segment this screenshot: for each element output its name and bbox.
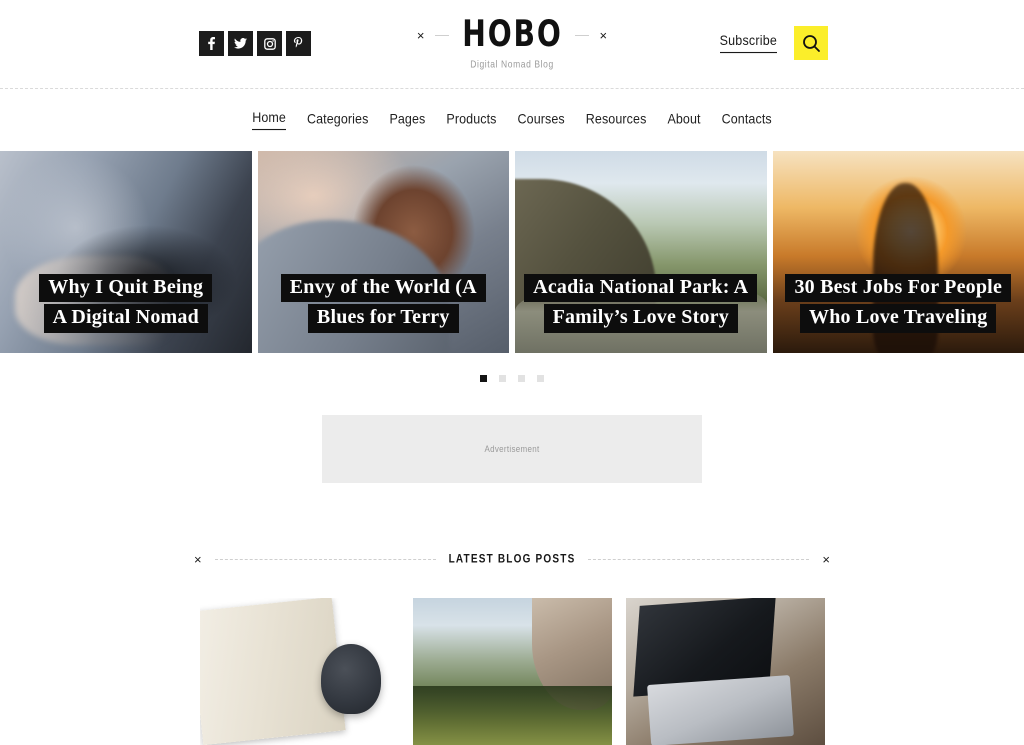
slide-item[interactable]: Acadia National Park: A Family’s Love St… [515,151,767,353]
advertisement-label: Advertisement [484,444,540,454]
slide-title-line-2: Family’s Love Story [543,304,738,333]
advertisement-placeholder[interactable]: Advertisement [322,415,702,483]
slide-item[interactable]: Envy of the World (A Blues for Terry [257,151,510,353]
nav-item-pages[interactable]: Pages [389,110,425,129]
slide-item[interactable]: 30 Best Jobs For People Who Love Traveli… [772,151,1024,353]
logo-row: × HOBO × [416,16,608,53]
logo-text: HOBO [461,13,563,56]
section-rule-left [214,559,436,560]
slider-dot-3[interactable] [518,374,525,382]
nav-item-contacts[interactable]: Contacts [722,110,772,129]
search-icon [802,34,820,52]
slide-caption: 30 Best Jobs For People Who Love Traveli… [773,273,1024,333]
logo-x-left-icon: × [416,27,425,43]
section-title: LATEST BLOG POSTS [448,552,576,567]
latest-posts-grid: Education, Travel Inspirational Educatio… [0,598,1024,745]
nav-item-products[interactable]: Products [446,110,496,129]
post-card: Education, Travel [200,598,399,745]
post-thumbnail-open-book-and-coffee-mug[interactable] [200,598,399,745]
logo-tagline: Digital Nomad Blog [470,58,554,70]
slider-dot-4[interactable] [537,374,544,382]
nav-item-about[interactable]: About [667,110,700,129]
slide-caption: Envy of the World (A Blues for Terry [258,273,510,333]
logo-x-right-icon: × [599,27,608,43]
slide-caption: Acadia National Park: A Family’s Love St… [515,273,767,333]
slider-dot-1[interactable] [480,374,487,382]
header-actions: Subscribe [719,26,828,60]
slide-title-line-1: Acadia National Park: A [524,273,758,303]
post-thumbnail-mountain-valley-pine-trees[interactable] [412,598,612,745]
latest-posts-heading: × LATEST BLOG POSTS × [194,553,830,566]
advertisement-region: Advertisement [0,415,1024,483]
subscribe-link[interactable]: Subscribe [719,33,777,54]
slide-title-line-2: Blues for Terry [307,304,459,333]
nav-item-home[interactable]: Home [252,110,286,131]
site-header: × HOBO × Digital Nomad Blog Subscribe [0,0,1024,88]
site-logo[interactable]: × HOBO × Digital Nomad Blog [0,16,1024,70]
section-x-right-icon: × [822,552,831,567]
slide-title-line-2: A Digital Nomad [43,304,208,333]
nav-item-categories[interactable]: Categories [307,110,368,129]
post-card: Education, Business [625,598,825,745]
slide-title-line-2: Who Love Traveling [800,304,997,333]
nav-item-resources[interactable]: Resources [586,110,647,129]
post-card: Inspirational [412,598,612,745]
search-button[interactable] [794,26,828,60]
slide-title-line-1: Envy of the World (A [280,273,486,303]
logo-dash-left [434,34,449,36]
section-rule-right [588,559,810,560]
slide-title-line-1: Why I Quit Being [39,273,213,303]
featured-slider: Why I Quit Being A Digital Nomad Envy of… [0,151,1024,353]
page-root: × HOBO × Digital Nomad Blog Subscribe Ho… [0,0,1024,745]
slide-item[interactable]: Why I Quit Being A Digital Nomad [0,151,252,353]
slider-dot-2[interactable] [499,374,506,382]
post-thumbnail-person-working-on-laptop[interactable] [625,598,825,745]
slider-pagination [0,361,1024,395]
nav-item-courses[interactable]: Courses [518,110,565,129]
slide-title-line-1: 30 Best Jobs For People [785,273,1012,303]
slide-caption: Why I Quit Being A Digital Nomad [0,273,252,333]
main-navigation: Home Categories Pages Products Courses R… [0,89,1024,151]
section-x-left-icon: × [194,552,202,567]
logo-dash-right [575,34,590,36]
